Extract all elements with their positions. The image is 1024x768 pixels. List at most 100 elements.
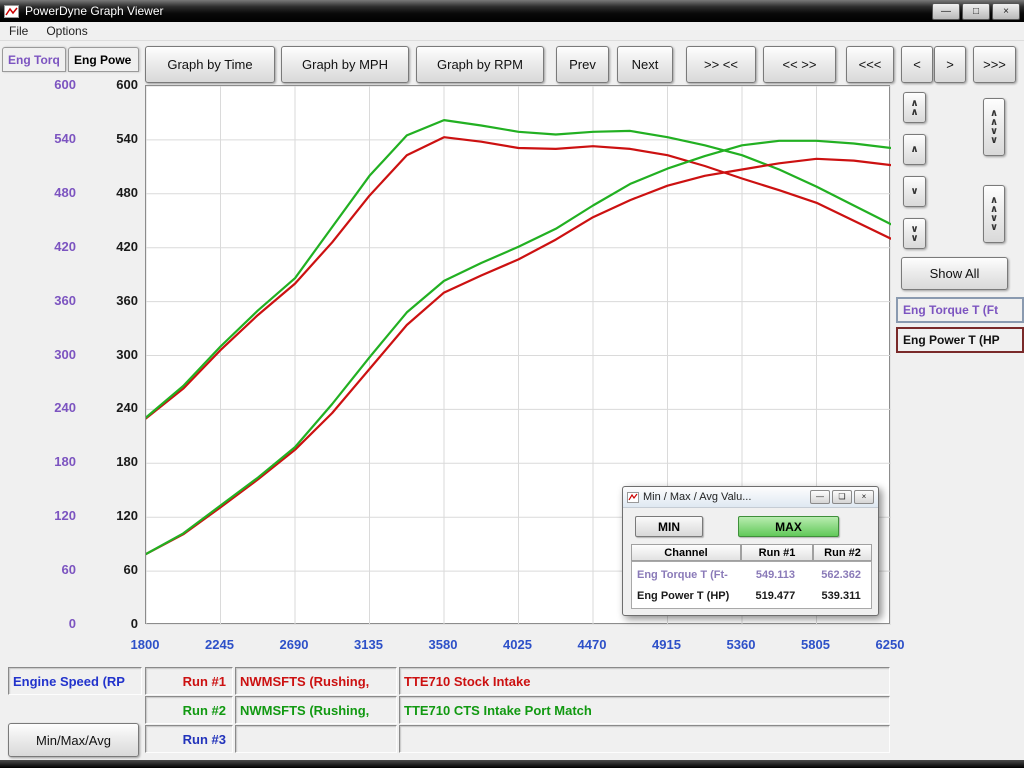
axis-tick-label: 1800 bbox=[110, 637, 180, 652]
pan-right-button[interactable]: > bbox=[934, 46, 966, 83]
column-header-channel[interactable]: Channel bbox=[631, 544, 741, 561]
axis-tick-label: 540 bbox=[26, 131, 76, 146]
axis-tick-label: 180 bbox=[26, 454, 76, 469]
axis-tick-label: 5805 bbox=[781, 637, 851, 652]
torque-axis-tick-labels: 060120180240300360420480540600 bbox=[26, 0, 76, 700]
run1-max-value: 549.113 bbox=[740, 569, 812, 581]
axis-tick-label: 180 bbox=[88, 454, 138, 469]
axis-tick-label: 600 bbox=[26, 77, 76, 92]
axis-tick-label: 3135 bbox=[334, 637, 404, 652]
axis-tick-label: 600 bbox=[88, 77, 138, 92]
min-max-window-icon bbox=[627, 492, 639, 503]
graph-by-mph-button[interactable]: Graph by MPH bbox=[281, 46, 409, 83]
down-chevron-icon: ∨ bbox=[910, 187, 918, 196]
axis-tick-label: 60 bbox=[26, 562, 76, 577]
double-down-chevron-icon: ∨ ∨ bbox=[910, 225, 918, 243]
axis-tick-label: 540 bbox=[88, 131, 138, 146]
column-header-run2[interactable]: Run #2 bbox=[813, 544, 872, 561]
min-max-close-button[interactable]: × bbox=[854, 490, 874, 504]
run2-max-value: 562.362 bbox=[811, 569, 871, 581]
zoom-vertical-expand-button[interactable]: ∧ ∧ ∨ ∨ bbox=[983, 98, 1005, 156]
scroll-up-button[interactable]: ∧ bbox=[903, 134, 926, 165]
app-icon bbox=[4, 5, 19, 18]
window-bottom-edge bbox=[0, 760, 1024, 768]
vertical-chevrons-icon: ∧ ∧ ∨ ∨ bbox=[990, 196, 998, 232]
menu-bar: File Options bbox=[0, 22, 1024, 41]
table-row: Eng Torque T (Ft- 549.113 562.362 bbox=[632, 565, 871, 585]
min-button[interactable]: MIN bbox=[635, 516, 703, 537]
maximize-button[interactable]: □ bbox=[962, 3, 990, 20]
run1-max-value: 519.477 bbox=[740, 590, 812, 602]
axis-tick-label: 420 bbox=[26, 239, 76, 254]
zoom-in-x-button[interactable]: >> << bbox=[686, 46, 756, 83]
run1-file[interactable]: NWMSFTS (Rushing, bbox=[235, 667, 397, 695]
axis-tick-label: 0 bbox=[88, 616, 138, 631]
axis-tick-label: 300 bbox=[26, 347, 76, 362]
legend-power-channel[interactable]: Eng Power T (HP bbox=[896, 327, 1024, 353]
min-max-window-title: Min / Max / Avg Valu... bbox=[643, 491, 808, 503]
double-up-chevron-icon: ∧ ∧ bbox=[910, 99, 918, 117]
min-max-table: Eng Torque T (Ft- 549.113 562.362 Eng Po… bbox=[631, 561, 872, 609]
prev-button[interactable]: Prev bbox=[556, 46, 609, 83]
min-max-restore-button[interactable]: ❏ bbox=[832, 490, 852, 504]
zoom-out-x-button[interactable]: << >> bbox=[763, 46, 836, 83]
pan-left-button[interactable]: < bbox=[901, 46, 933, 83]
up-chevron-icon: ∧ bbox=[910, 145, 918, 154]
vertical-chevrons-icon: ∧ ∧ ∨ ∨ bbox=[990, 109, 998, 145]
title-bar: PowerDyne Graph Viewer — □ × bbox=[0, 0, 1024, 22]
scroll-double-up-button[interactable]: ∧ ∧ bbox=[903, 92, 926, 123]
graph-by-time-button[interactable]: Graph by Time bbox=[145, 46, 275, 83]
axis-tick-label: 300 bbox=[88, 347, 138, 362]
axis-tick-label: 2690 bbox=[259, 637, 329, 652]
pan-far-right-button[interactable]: >>> bbox=[973, 46, 1016, 83]
rpm-axis-tick-labels: 1800224526903135358040254470491553605805… bbox=[145, 637, 890, 655]
axis-tick-label: 6250 bbox=[855, 637, 925, 652]
axis-tick-label: 360 bbox=[26, 293, 76, 308]
window-title: PowerDyne Graph Viewer bbox=[25, 4, 930, 18]
axis-tick-label: 360 bbox=[88, 293, 138, 308]
axis-tick-label: 4470 bbox=[557, 637, 627, 652]
axis-tick-label: 240 bbox=[88, 400, 138, 415]
axis-tick-label: 60 bbox=[88, 562, 138, 577]
scroll-double-down-button[interactable]: ∨ ∨ bbox=[903, 218, 926, 249]
min-max-avg-window: Min / Max / Avg Valu... — ❏ × MIN MAX Ch… bbox=[622, 486, 879, 616]
power-axis-tick-labels: 0 60 120 180 240 300 360 420 480 540 600 bbox=[88, 0, 138, 700]
axis-tick-label: 480 bbox=[88, 185, 138, 200]
min-max-minimize-button[interactable]: — bbox=[810, 490, 830, 504]
axis-tick-label: 4915 bbox=[632, 637, 702, 652]
run1-description[interactable]: TTE710 Stock Intake bbox=[399, 667, 890, 695]
next-button[interactable]: Next bbox=[617, 46, 673, 83]
axis-tick-label: 120 bbox=[88, 508, 138, 523]
scroll-down-button[interactable]: ∨ bbox=[903, 176, 926, 207]
app-window: PowerDyne Graph Viewer — □ × File Option… bbox=[0, 0, 1024, 768]
axis-tick-label: 2245 bbox=[185, 637, 255, 652]
minimize-button[interactable]: — bbox=[932, 3, 960, 20]
axis-tick-label: 480 bbox=[26, 185, 76, 200]
axis-tick-label: 4025 bbox=[483, 637, 553, 652]
run2-file[interactable]: NWMSFTS (Rushing, bbox=[235, 696, 397, 724]
close-button[interactable]: × bbox=[992, 3, 1020, 20]
axis-tick-label: 120 bbox=[26, 508, 76, 523]
axis-tick-label: 5360 bbox=[706, 637, 776, 652]
min-max-avg-button[interactable]: Min/Max/Avg bbox=[8, 723, 139, 757]
pan-far-left-button[interactable]: <<< bbox=[846, 46, 894, 83]
legend-torque-channel[interactable]: Eng Torque T (Ft bbox=[896, 297, 1024, 323]
graph-by-rpm-button[interactable]: Graph by RPM bbox=[416, 46, 544, 83]
column-header-run1[interactable]: Run #1 bbox=[741, 544, 813, 561]
run3-file[interactable] bbox=[235, 725, 397, 753]
run2-description[interactable]: TTE710 CTS Intake Port Match bbox=[399, 696, 890, 724]
axis-tick-label: 240 bbox=[26, 400, 76, 415]
axis-tick-label: 420 bbox=[88, 239, 138, 254]
table-row: Eng Power T (HP) 519.477 539.311 bbox=[632, 586, 871, 606]
show-all-button[interactable]: Show All bbox=[901, 257, 1008, 290]
min-max-window-title-bar[interactable]: Min / Max / Avg Valu... — ❏ × bbox=[623, 487, 878, 508]
channel-name: Eng Torque T (Ft- bbox=[632, 569, 740, 581]
x-axis-channel-box[interactable]: Engine Speed (RP bbox=[8, 667, 142, 695]
channel-name: Eng Power T (HP) bbox=[632, 590, 740, 602]
run3-description[interactable] bbox=[399, 725, 890, 753]
max-button[interactable]: MAX bbox=[738, 516, 839, 537]
run3-label: Run #3 bbox=[145, 725, 233, 753]
zoom-vertical-contract-button[interactable]: ∧ ∧ ∨ ∨ bbox=[983, 185, 1005, 243]
axis-tick-label: 3580 bbox=[408, 637, 478, 652]
run2-max-value: 539.311 bbox=[811, 590, 871, 602]
